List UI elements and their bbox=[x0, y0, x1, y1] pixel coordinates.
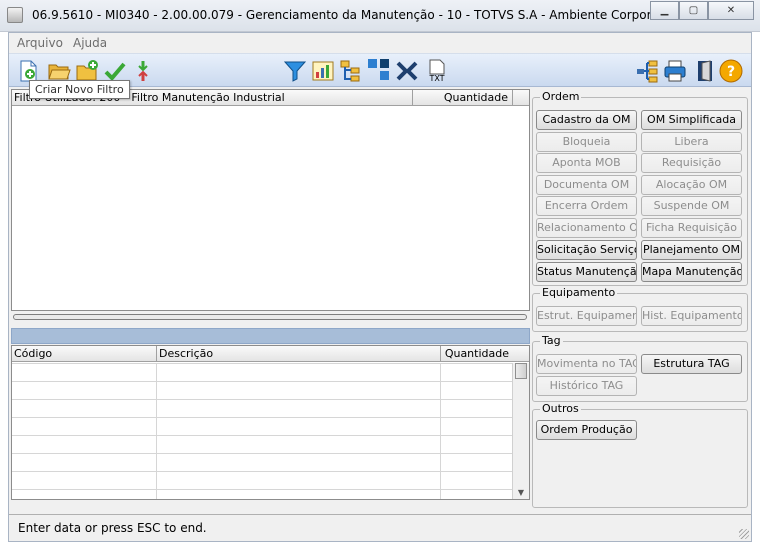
grid-icon[interactable] bbox=[367, 59, 391, 83]
alocacao-om-button[interactable]: Alocação OM bbox=[641, 175, 742, 195]
outros-group-title: Outros bbox=[540, 402, 581, 415]
om-simplificada-button[interactable]: OM Simplificada bbox=[641, 110, 742, 130]
tag-group-title: Tag bbox=[540, 334, 563, 347]
menu-bar: Arquivo Ajuda bbox=[9, 33, 751, 53]
aponta-mob-button[interactable]: Aponta MOB bbox=[536, 153, 637, 173]
scroll-down-icon[interactable]: ▼ bbox=[513, 486, 529, 499]
excel-icon[interactable] bbox=[395, 59, 419, 83]
scroll-thumb[interactable] bbox=[515, 363, 527, 379]
equipamento-group-title: Equipamento bbox=[540, 286, 618, 299]
hierarchy-icon[interactable] bbox=[635, 59, 659, 83]
app-icon bbox=[7, 7, 23, 23]
quantity-column-header[interactable]: Quantidade bbox=[441, 346, 511, 361]
equipamento-group: Equipamento Estrut. Equipamento Hist. Eq… bbox=[532, 286, 748, 332]
menu-arquivo[interactable]: Arquivo bbox=[17, 36, 63, 50]
refresh-arrows-icon[interactable] bbox=[131, 59, 155, 83]
documenta-om-button[interactable]: Documenta OM bbox=[536, 175, 637, 195]
txt-label: TXT bbox=[428, 74, 444, 83]
maximize-button[interactable]: ▢ bbox=[679, 1, 708, 20]
resize-grip-icon[interactable] bbox=[739, 529, 749, 539]
ficha-requisicao-button[interactable]: Ficha Requisição bbox=[641, 218, 742, 238]
cadastro-om-button[interactable]: Cadastro da OM bbox=[536, 110, 637, 130]
detail-grid[interactable]: Código Descrição Quantidade ▼ bbox=[11, 345, 530, 500]
ordem-producao-button[interactable]: Ordem Produção bbox=[536, 420, 637, 440]
splitter[interactable] bbox=[11, 312, 530, 322]
close-button[interactable]: ✕ bbox=[708, 1, 754, 20]
detail-caption-bar bbox=[11, 328, 530, 344]
minimize-button[interactable]: ▁ bbox=[650, 1, 679, 20]
solicitacao-servico-button[interactable]: Solicitação Serviço bbox=[536, 240, 637, 260]
requisicao-button[interactable]: Requisição bbox=[641, 153, 742, 173]
historico-tag-button[interactable]: Histórico TAG bbox=[536, 376, 637, 396]
window-controls: ▁ ▢ ✕ bbox=[650, 1, 754, 20]
tooltip: Criar Novo Filtro bbox=[29, 80, 130, 99]
txt-icon[interactable]: TXT bbox=[425, 59, 449, 83]
libera-button[interactable]: Libera bbox=[641, 132, 742, 152]
status-text: Enter data or press ESC to end. bbox=[18, 521, 207, 535]
column-separator bbox=[512, 90, 513, 106]
mapa-manutencao-button[interactable]: Mapa Manutenção bbox=[641, 262, 742, 282]
grid-lines bbox=[12, 363, 512, 499]
main-window: Arquivo Ajuda TXT ? Criar Novo Filtro Fi… bbox=[8, 32, 752, 542]
splitter-handle[interactable] bbox=[13, 314, 527, 320]
outros-group: Outros Ordem Produção bbox=[532, 402, 748, 508]
status-manutencao-button[interactable]: Status Manutenção bbox=[536, 262, 637, 282]
window-title-bar: 06.9.5610 - MI0340 - 2.00.00.079 - Geren… bbox=[0, 0, 760, 32]
chart-icon[interactable] bbox=[311, 59, 335, 83]
encerra-ordem-button[interactable]: Encerra Ordem bbox=[536, 196, 637, 216]
bloqueia-button[interactable]: Bloqueia bbox=[536, 132, 637, 152]
funnel-icon[interactable] bbox=[283, 59, 307, 83]
printer-icon[interactable] bbox=[663, 59, 687, 83]
movimenta-tag-button[interactable]: Movimenta no TAG bbox=[536, 354, 637, 374]
help-icon[interactable]: ? bbox=[719, 59, 743, 83]
ordem-group-title: Ordem bbox=[540, 90, 582, 103]
estrut-equipamento-button[interactable]: Estrut. Equipamento bbox=[536, 306, 637, 326]
tag-group: Tag Movimenta no TAG Estrutura TAG Histó… bbox=[532, 334, 748, 402]
description-column-header[interactable]: Descrição bbox=[157, 346, 439, 361]
status-bar: Enter data or press ESC to end. bbox=[9, 514, 751, 541]
estrutura-tag-button[interactable]: Estrutura TAG bbox=[641, 354, 742, 374]
filter-grid[interactable]: Filtro Utilizado: 200 - Filtro Manutençã… bbox=[11, 89, 530, 311]
exit-door-icon[interactable] bbox=[693, 59, 717, 83]
ordem-group: Ordem Cadastro da OM OM Simplificada Blo… bbox=[532, 90, 748, 286]
detail-grid-header: Código Descrição Quantidade bbox=[12, 346, 529, 362]
quantity-column-header[interactable]: Quantidade bbox=[414, 90, 510, 105]
action-panel: Ordem Cadastro da OM OM Simplificada Blo… bbox=[530, 89, 752, 509]
window-title: 06.9.5610 - MI0340 - 2.00.00.079 - Geren… bbox=[32, 8, 728, 22]
vertical-scrollbar[interactable]: ▼ bbox=[512, 363, 529, 499]
relacionamento-om-button[interactable]: Relacionamento OM bbox=[536, 218, 637, 238]
planejamento-om-button[interactable]: Planejamento OM bbox=[641, 240, 742, 260]
tree-icon[interactable] bbox=[339, 59, 363, 83]
svg-text:?: ? bbox=[727, 64, 735, 80]
menu-ajuda[interactable]: Ajuda bbox=[73, 36, 107, 50]
column-separator bbox=[412, 90, 413, 106]
code-column-header[interactable]: Código bbox=[12, 346, 154, 361]
hist-equipamento-button[interactable]: Hist. Equipamento bbox=[641, 306, 742, 326]
suspende-om-button[interactable]: Suspende OM bbox=[641, 196, 742, 216]
